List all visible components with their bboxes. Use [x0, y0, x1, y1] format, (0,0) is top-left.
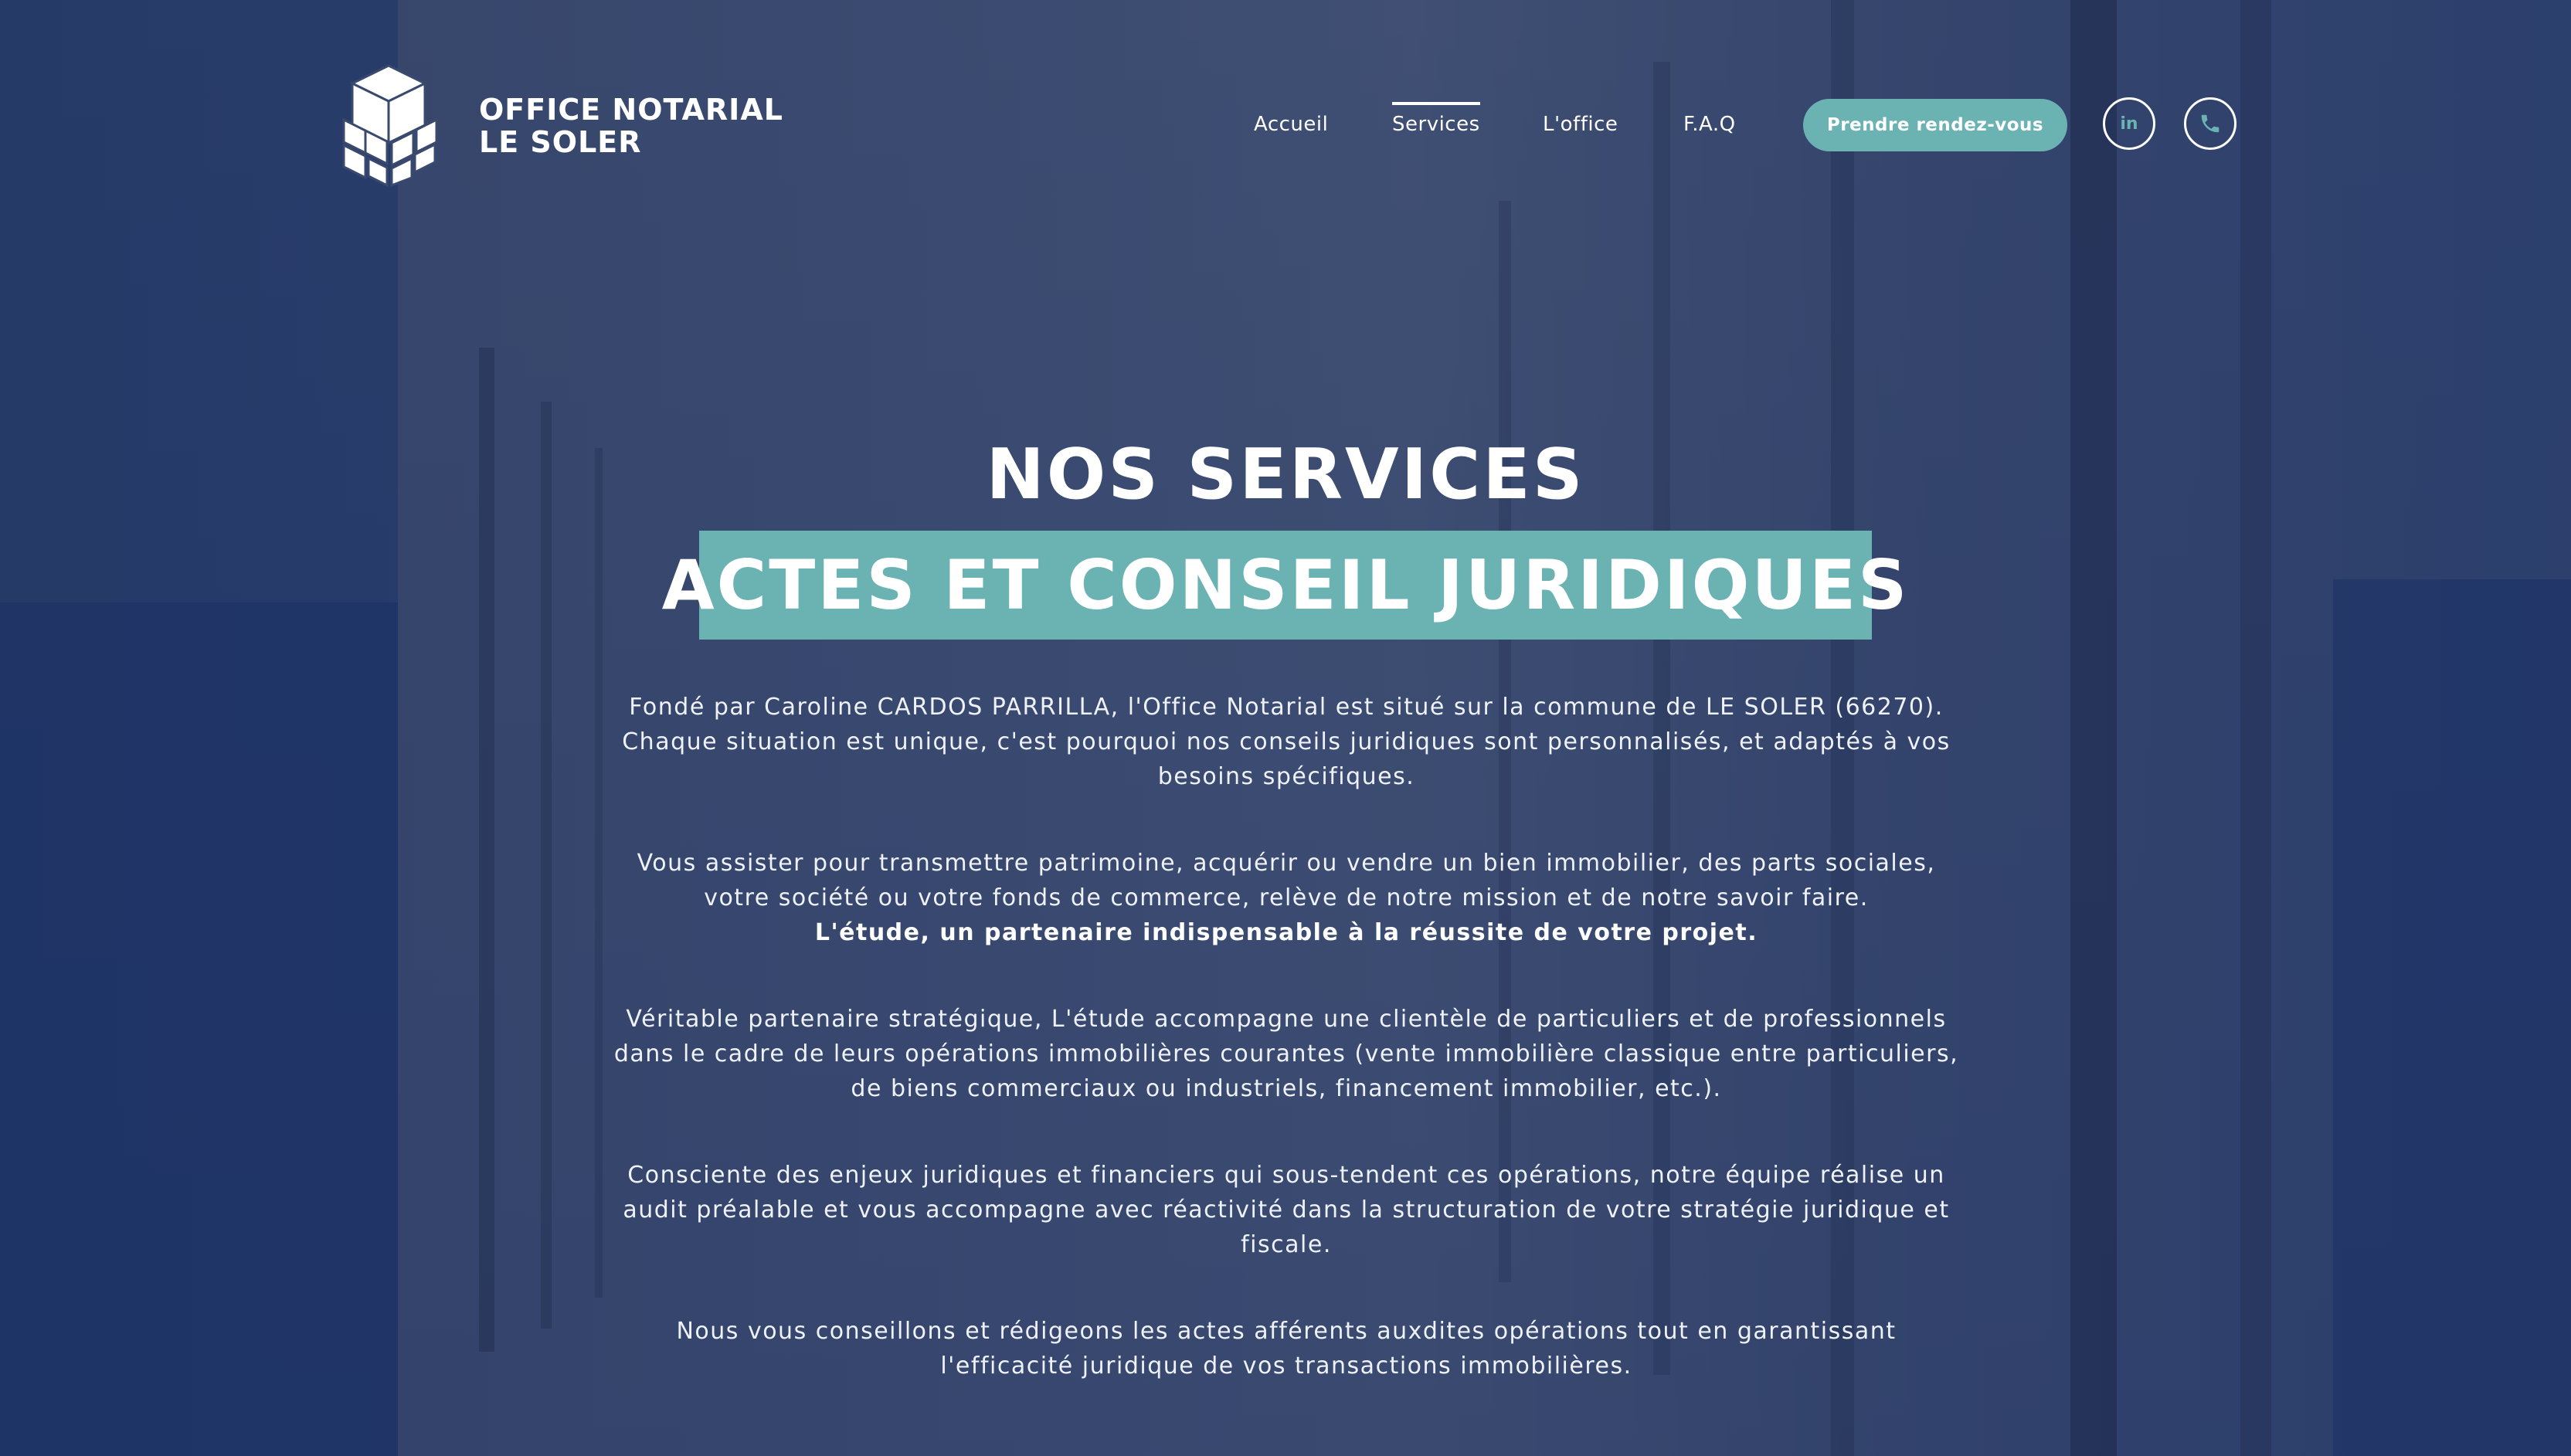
linkedin-icon: in: [2120, 114, 2138, 134]
nav-item-faq[interactable]: F.A.Q: [1683, 108, 1736, 141]
brand-name: OFFICE NOTARIAL LE SOLER: [479, 93, 783, 158]
phone-button[interactable]: [2184, 97, 2236, 150]
nav-item-office[interactable]: L'office: [1543, 108, 1618, 141]
site-logo[interactable]: OFFICE NOTARIAL LE SOLER: [328, 62, 783, 189]
services-description: Fondé par Caroline CARDOS PARRILLA, l'Of…: [610, 690, 1962, 1435]
paragraph-audit: Consciente des enjeux juridiques et fina…: [623, 1162, 1950, 1258]
paragraph-acts: Nous vous conseillons et rédigeons les a…: [676, 1318, 1897, 1380]
brand-line2: LE SOLER: [479, 124, 642, 159]
paragraph-mission-text: Vous assister pour transmettre patrimoin…: [637, 850, 1936, 911]
page: OFFICE NOTARIAL LE SOLER Accueil Service…: [0, 0, 2571, 1456]
nav-item-services[interactable]: Services: [1392, 102, 1480, 141]
subtitle-banner: ACTES ET CONSEIL JURIDIQUES: [662, 531, 1907, 640]
paragraph-partner: Véritable partenaire stratégique, L'étud…: [613, 1006, 1959, 1102]
page-subtitle: ACTES ET CONSEIL JURIDIQUES: [661, 545, 1910, 625]
page-title: NOS SERVICES: [986, 434, 1585, 515]
paragraph-intro: Fondé par Caroline CARDOS PARRILLA, l'Of…: [622, 694, 1951, 790]
paragraph-mission: Vous assister pour transmettre patrimoin…: [610, 846, 1962, 950]
cube-logo-icon: [342, 64, 438, 188]
nav-item-accueil[interactable]: Accueil: [1254, 108, 1328, 141]
phone-icon: [2201, 114, 2219, 133]
paragraph-mission-highlight: L'étude, un partenaire indispensable à l…: [814, 919, 1758, 946]
linkedin-button[interactable]: in: [2103, 97, 2155, 150]
appointment-button[interactable]: Prendre rendez-vous: [1803, 99, 2067, 151]
brand-line1: OFFICE NOTARIAL: [479, 92, 783, 127]
